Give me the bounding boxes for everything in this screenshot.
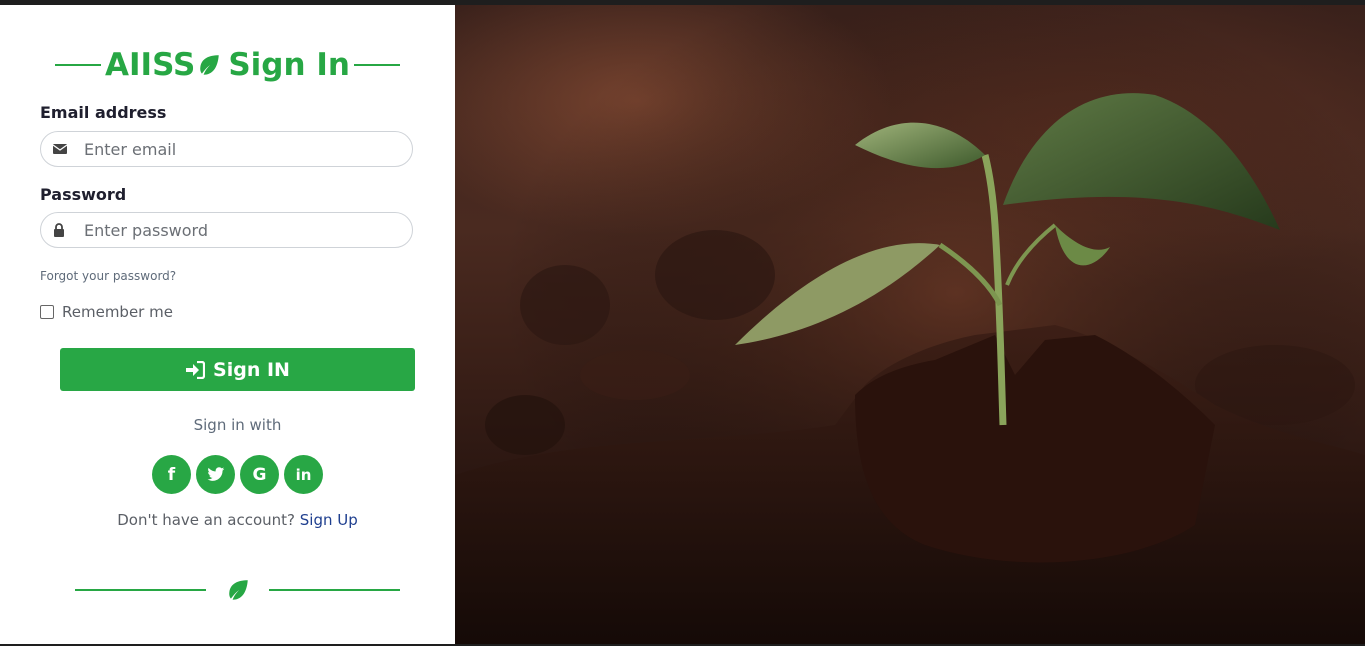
sign-in-with-heading: Sign in with (193, 416, 282, 434)
title-line-left (55, 64, 101, 66)
page-title: AIISS Sign In (105, 47, 350, 83)
password-field[interactable] (40, 212, 413, 248)
password-input[interactable] (82, 219, 412, 241)
twitter-icon (206, 467, 224, 481)
title-row: AIISS Sign In (55, 43, 400, 87)
facebook-button[interactable]: f (152, 455, 191, 494)
bottom-line-left (75, 589, 206, 591)
signup-link[interactable]: Sign Up (300, 511, 358, 529)
remember-label: Remember me (62, 303, 173, 321)
sign-in-icon (186, 360, 206, 379)
email-input[interactable] (82, 138, 412, 160)
google-icon: G (252, 464, 267, 485)
facebook-icon: f (167, 464, 176, 485)
google-button[interactable]: G (240, 455, 279, 494)
email-label: Email address (40, 103, 167, 122)
envelope-icon (53, 142, 67, 156)
lock-icon (53, 223, 67, 237)
twitter-button[interactable] (196, 455, 235, 494)
leaf-icon (228, 580, 248, 600)
sign-in-label: Sign IN (213, 358, 290, 381)
password-label: Password (40, 185, 127, 204)
linkedin-button[interactable]: in (284, 455, 323, 494)
remember-checkbox[interactable] (40, 305, 54, 319)
leaf-icon (200, 55, 220, 75)
email-field[interactable] (40, 131, 413, 167)
seedling-illustration (455, 5, 1365, 644)
seedling-hero-image (455, 5, 1365, 644)
signup-prompt: Don't have an account? (117, 511, 295, 529)
sign-in-button[interactable]: Sign IN (60, 348, 415, 391)
signup-row: Don't have an account? Sign Up (0, 511, 475, 529)
bottom-line-right (269, 589, 400, 591)
title-line-right (354, 64, 400, 66)
title-text: Sign In (228, 47, 350, 83)
bottom-decoration (75, 577, 400, 603)
social-buttons: f G in (152, 455, 323, 494)
brand-name: AIISS (105, 47, 196, 83)
forgot-password-link[interactable]: Forgot your password? (40, 269, 176, 283)
remember-me[interactable]: Remember me (40, 303, 173, 321)
linkedin-icon: in (295, 465, 312, 484)
signin-panel: AIISS Sign In Email address Password For… (0, 5, 455, 644)
